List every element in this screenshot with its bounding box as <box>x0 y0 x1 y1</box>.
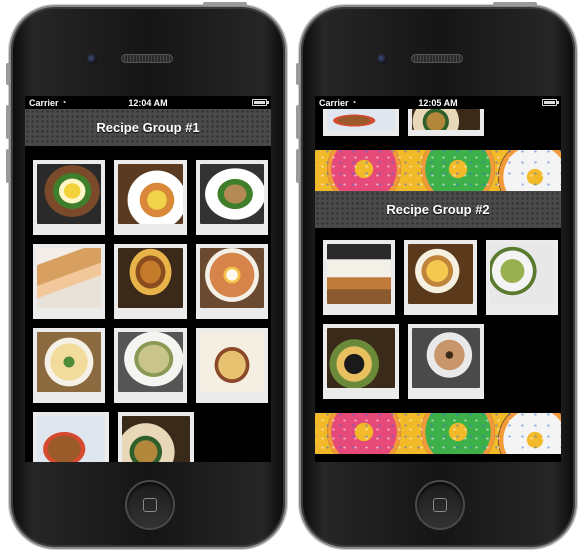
recipe-thumbnail-partial[interactable] <box>323 109 399 136</box>
mute-switch <box>6 63 10 85</box>
volume-down-button <box>296 149 300 183</box>
food-photo <box>199 164 264 224</box>
iphone-right: Carrier ◔ 12:05 AM Recipe Group #2 <box>296 2 577 549</box>
food-photo <box>489 244 554 304</box>
earpiece-speaker <box>411 54 463 63</box>
volume-up-button <box>296 105 300 139</box>
home-square-icon <box>433 498 447 512</box>
recipe-thumbnail-sandwich-plate[interactable] <box>195 160 268 235</box>
recipe-thumbnail-green-tea[interactable] <box>485 240 558 315</box>
recipe-thumbnail-pasta-with-meat[interactable] <box>195 328 268 403</box>
front-camera <box>377 54 387 64</box>
recipe-thumbnail-spring-rolls[interactable] <box>33 244 106 319</box>
food-photo <box>37 248 102 308</box>
volume-up-button <box>6 105 10 139</box>
recipe-thumbnail-burger[interactable] <box>114 244 187 319</box>
volume-down-button <box>6 149 10 183</box>
earpiece-speaker <box>121 54 173 63</box>
food-photo <box>118 164 183 224</box>
sprinkles-pattern <box>315 413 561 454</box>
recipe-thumbnail-eggs-dish[interactable] <box>33 160 106 235</box>
recipe-thumbnail-latte-dish[interactable] <box>323 324 399 399</box>
recipe-thumbnail-partial[interactable] <box>408 109 484 136</box>
recipe-thumbnail-breakfast-plate[interactable] <box>114 160 187 235</box>
sprinkles-pattern <box>315 150 561 191</box>
donut-banner-image <box>315 413 561 454</box>
recipe-photo-grid <box>315 240 561 399</box>
recipe-thumbnail-donut-plate[interactable] <box>408 324 484 399</box>
status-bar: Carrier ◔ 12:04 AM <box>25 96 271 109</box>
recipe-thumbnail-rice-dish[interactable] <box>114 328 187 403</box>
food-photo <box>122 416 190 462</box>
recipe-thumbnail-fried-chicken[interactable] <box>33 412 109 462</box>
photo-row <box>33 160 268 235</box>
iphone-left: Carrier ◔ 12:04 AM Recipe Group #1 <box>6 2 287 549</box>
photo-row <box>33 244 268 319</box>
mute-switch <box>296 63 300 85</box>
recipe-thumbnail-noodles-with-egg[interactable] <box>195 244 268 319</box>
photo-row <box>33 328 268 403</box>
food-photo <box>327 244 392 304</box>
battery-icon <box>252 99 269 106</box>
front-camera <box>87 54 97 64</box>
food-photo <box>199 248 264 308</box>
donut-banner-image <box>315 150 561 191</box>
food-photo <box>118 248 183 308</box>
screen-left: Carrier ◔ 12:04 AM Recipe Group #1 <box>25 96 271 462</box>
recipe-thumbnail-ramen-bowl[interactable] <box>33 328 106 403</box>
food-photo <box>412 328 480 388</box>
status-bar: Carrier ◔ 12:05 AM <box>315 96 561 109</box>
battery-icon <box>542 99 559 106</box>
home-button[interactable] <box>415 480 465 530</box>
recipe-thumbnail-creme-brulee[interactable] <box>404 240 477 315</box>
screen-right: Carrier ◔ 12:05 AM Recipe Group #2 <box>315 96 561 462</box>
status-time: 12:05 AM <box>418 97 458 108</box>
photo-row <box>323 240 558 315</box>
photo-row <box>33 412 268 462</box>
sleep-button <box>493 2 537 6</box>
recipe-group-header: Recipe Group #1 <box>25 109 271 146</box>
food-photo <box>37 332 102 392</box>
recipe-thumbnail-birthday-cake[interactable] <box>323 240 396 315</box>
food-photo <box>327 328 395 388</box>
food-photo <box>37 164 102 224</box>
recipe-thumbnail-soup-bowls[interactable] <box>118 412 194 462</box>
status-time: 12:04 AM <box>128 97 168 108</box>
food-photo <box>199 332 264 392</box>
food-photo <box>327 109 395 130</box>
recipe-group-header: Recipe Group #2 <box>315 191 561 228</box>
food-photo <box>118 332 183 392</box>
food-photo <box>412 109 480 130</box>
photo-row <box>323 324 558 399</box>
sleep-button <box>203 2 247 6</box>
food-photo <box>37 416 105 462</box>
home-button[interactable] <box>125 480 175 530</box>
home-square-icon <box>143 498 157 512</box>
food-photo <box>408 244 473 304</box>
recipe-photo-grid <box>25 160 271 462</box>
previous-group-photo-row <box>323 109 561 136</box>
